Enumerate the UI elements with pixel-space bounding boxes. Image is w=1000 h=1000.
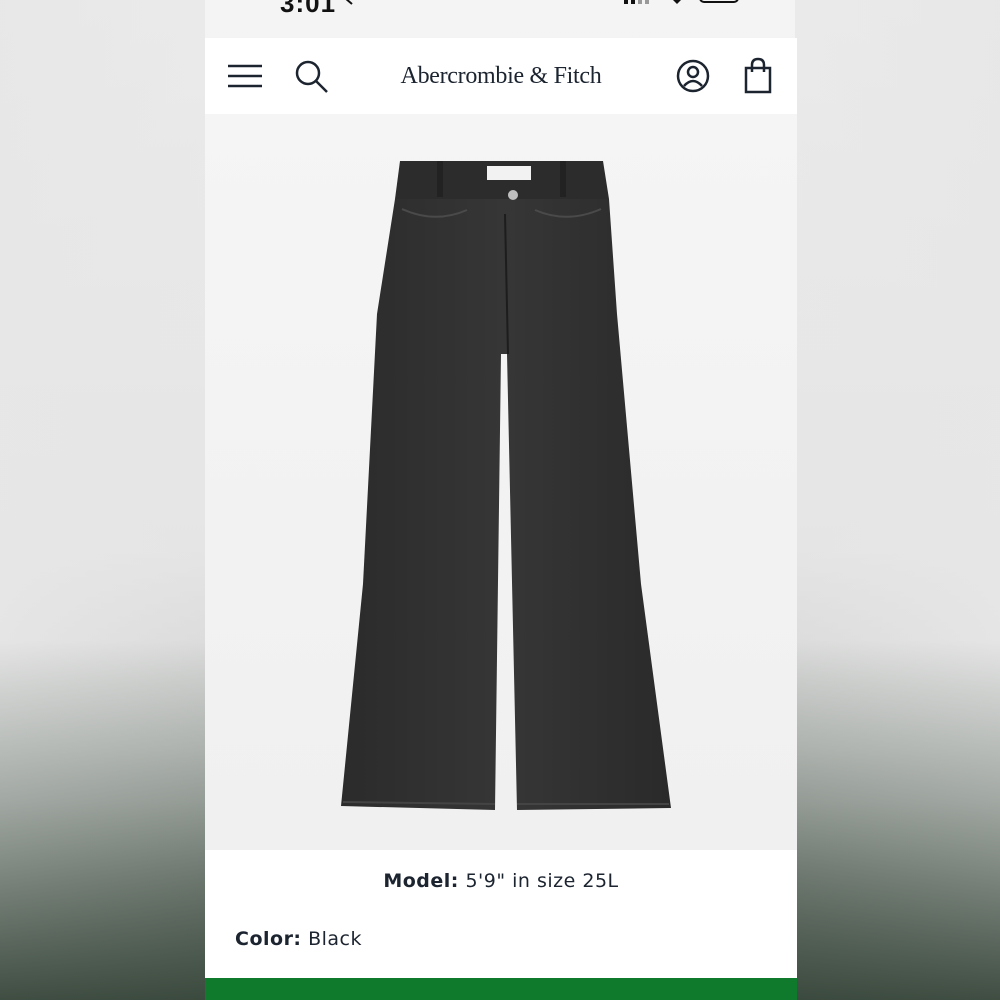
model-label: Model: (383, 870, 459, 892)
model-info: Model: 5'9" in size 25L (205, 870, 797, 892)
top-navigation-bar: Abercrombie & Fitch (205, 38, 797, 114)
hamburger-menu-icon[interactable] (225, 56, 265, 96)
phone-screen: Abercrombie & Fitch Model: 5'9" in size … (205, 38, 797, 1000)
product-image[interactable] (205, 114, 797, 850)
search-icon[interactable] (291, 56, 331, 96)
battery-icon (699, 0, 739, 3)
account-icon[interactable] (673, 56, 713, 96)
jeans-illustration (341, 161, 671, 810)
silent-bell-icon (345, 0, 353, 5)
signal-icon (624, 0, 628, 4)
status-time: 3:01 (280, 0, 337, 18)
blurred-background-left-bottom (0, 640, 205, 1000)
shopping-bag-icon[interactable] (738, 56, 778, 96)
brand-logo[interactable]: Abercrombie & Fitch (391, 58, 611, 94)
status-icons (624, 0, 739, 4)
add-to-bag-bar[interactable] (205, 978, 797, 1000)
screenshot-stage: 3:01 Abercrombie & Fitch Model: 5'9" in … (0, 0, 1000, 1000)
color-label: Color: (235, 928, 302, 950)
wifi-icon (673, 0, 681, 4)
color-value: Black (308, 928, 362, 950)
color-info: Color: Black (235, 928, 362, 950)
model-value: 5'9" in size 25L (465, 870, 619, 892)
blurred-background-right-bottom (795, 640, 1000, 1000)
